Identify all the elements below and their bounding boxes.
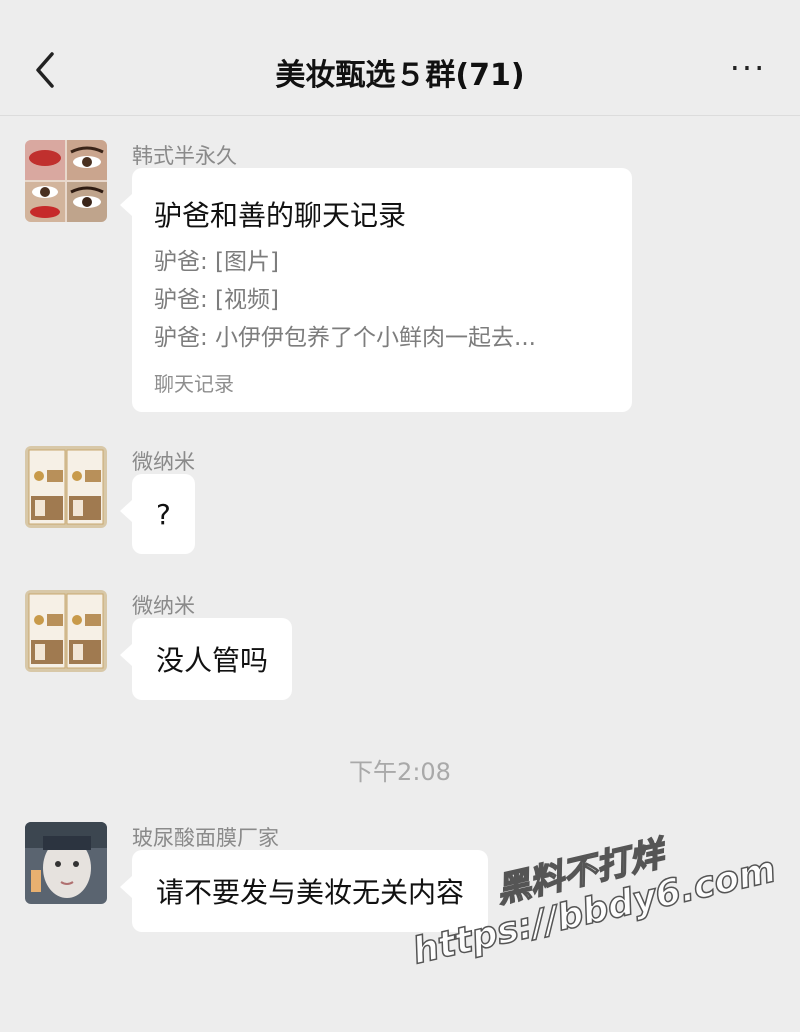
avatar[interactable] [25,140,107,222]
message-bubble[interactable]: 请不要发与美妆无关内容 [119,850,489,932]
message-bubble[interactable]: 没人管吗 [119,618,293,700]
chat-record-footer: 聊天记录 [154,372,234,396]
sender-name: 韩式半永久 [132,144,237,168]
chat-record-line: 驴爸: [图片] [154,249,280,275]
chat-record-line: 驴爸: [视频] [154,287,280,313]
sender-name: 玻尿酸面膜厂家 [132,826,279,850]
watermark-text: 黑料不打烊 [492,833,668,912]
sender-name: 微纳米 [132,594,195,618]
more-icon[interactable]: ··· [728,52,768,88]
avatar[interactable] [25,446,107,528]
chat-record-line: 驴爸: 小伊伊包养了个小鲜肉一起去... [154,325,536,351]
chat-record-title: 驴爸和善的聊天记录 [154,199,407,232]
message-timestamp: 下午2:08 [349,758,451,786]
chat-title: 美妆甄选５群(71) [275,58,525,93]
message-bubble[interactable]: ? [120,474,195,554]
chat-header: 美妆甄选５群(71) ··· [0,0,800,116]
avatar[interactable] [25,822,107,904]
chat-record-bubble[interactable]: 驴爸和善的聊天记录 驴爸: [图片] 驴爸: [视频] 驴爸: 小伊伊包养了个小… [120,168,632,412]
avatar[interactable] [25,590,107,672]
sender-name: 微纳米 [132,450,195,474]
